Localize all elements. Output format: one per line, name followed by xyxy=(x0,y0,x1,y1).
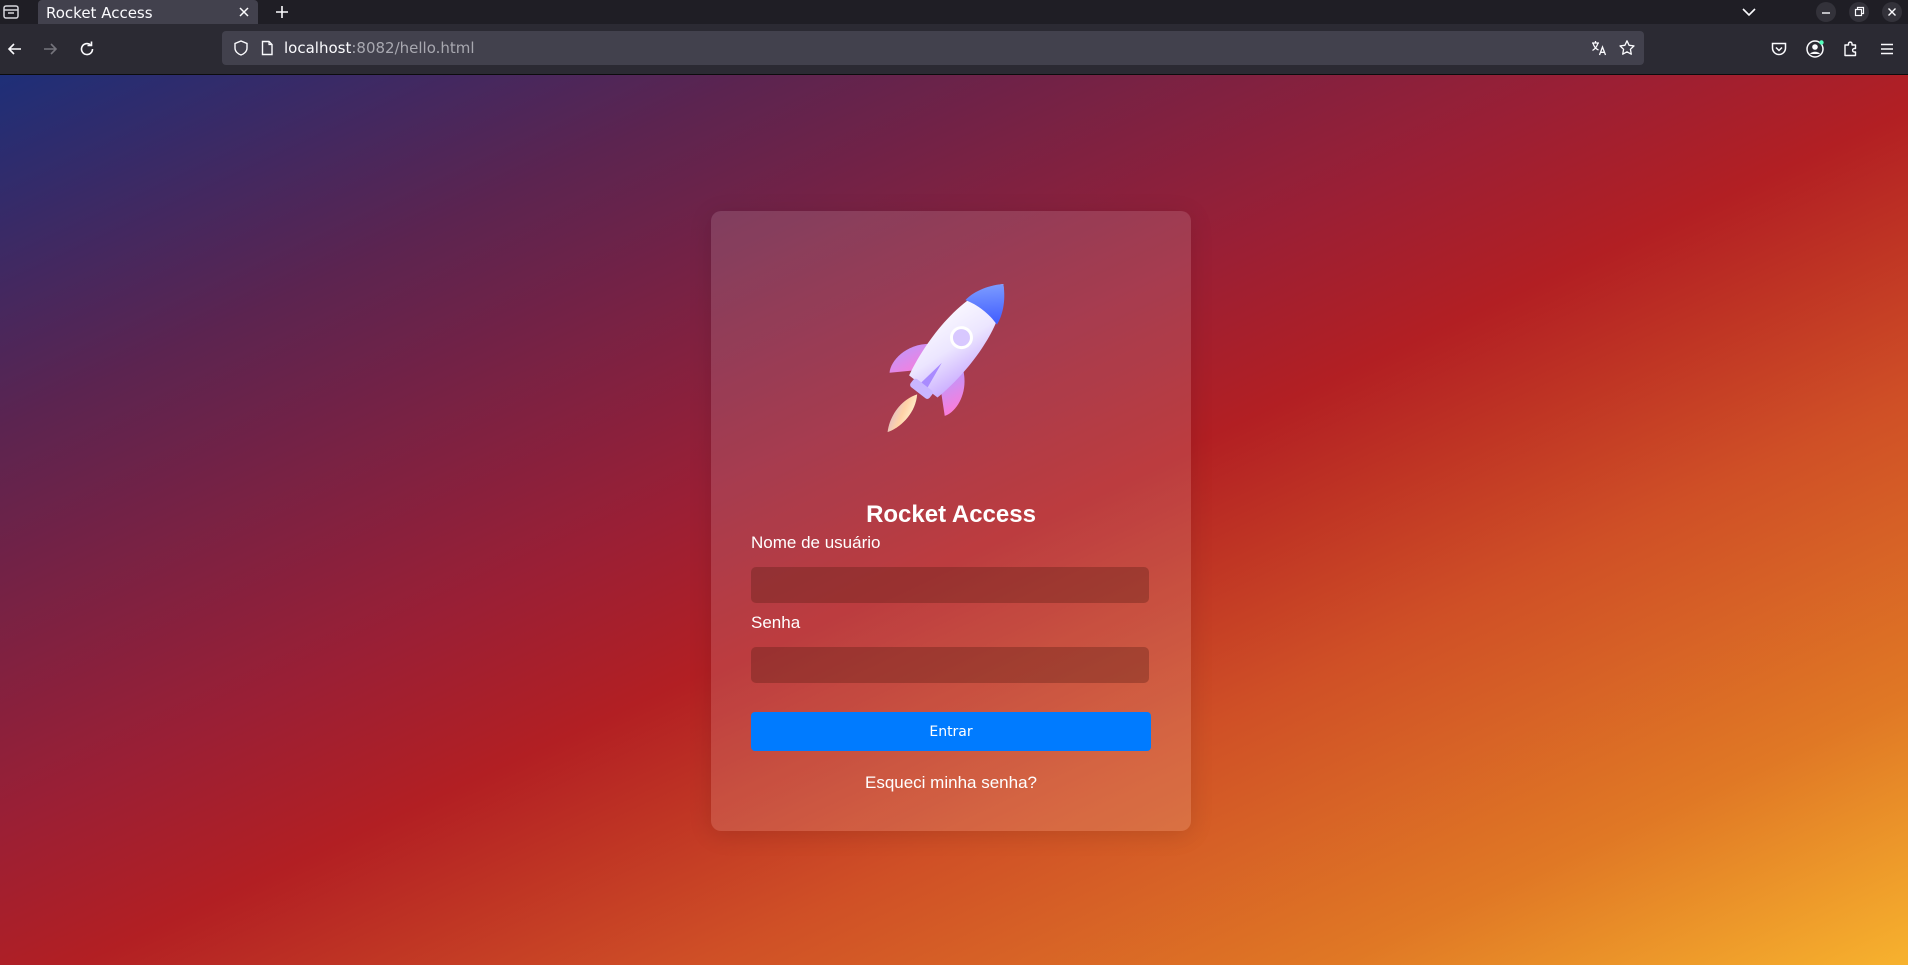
password-input[interactable] xyxy=(751,647,1149,683)
arrow-left-icon[interactable] xyxy=(5,39,25,59)
tab-title: Rocket Access xyxy=(46,4,153,22)
url-path: :8082/hello.html xyxy=(351,39,475,57)
puzzle-icon[interactable] xyxy=(1841,39,1861,59)
minimize-icon[interactable] xyxy=(1816,2,1836,22)
username-label: Nome de usuário xyxy=(751,533,881,552)
tab-list-icon[interactable] xyxy=(2,3,20,21)
arrow-right-icon[interactable] xyxy=(40,39,60,59)
login-card: Rocket Access Nome de usuário Senha Entr… xyxy=(711,211,1191,831)
url-text[interactable]: localhost:8082/hello.html xyxy=(284,39,475,57)
username-input[interactable] xyxy=(751,567,1149,603)
star-icon[interactable] xyxy=(1618,39,1636,57)
rocket-icon xyxy=(861,256,1041,446)
pocket-icon[interactable] xyxy=(1769,39,1789,59)
navigation-toolbar: localhost:8082/hello.html xyxy=(0,24,1908,75)
close-window-icon[interactable] xyxy=(1882,2,1902,22)
plus-icon[interactable] xyxy=(273,3,291,21)
hamburger-icon[interactable] xyxy=(1877,39,1897,59)
account-icon[interactable] xyxy=(1805,39,1825,59)
shield-icon[interactable] xyxy=(232,39,250,57)
submit-button[interactable]: Entrar xyxy=(751,712,1151,751)
page-icon[interactable] xyxy=(258,39,276,57)
restore-icon[interactable] xyxy=(1849,2,1869,22)
page-viewport: Rocket Access Nome de usuário Senha Entr… xyxy=(0,75,1908,965)
reload-icon[interactable] xyxy=(77,39,97,59)
password-label: Senha xyxy=(751,613,801,632)
url-bar[interactable]: localhost:8082/hello.html xyxy=(222,31,1644,65)
close-icon[interactable] xyxy=(236,4,252,20)
url-host: localhost xyxy=(284,39,352,57)
page-title: Rocket Access xyxy=(866,501,1036,528)
forgot-password-link[interactable]: Esqueci minha senha? xyxy=(711,773,1191,793)
tab-bar: Rocket Access xyxy=(0,0,1908,24)
chevron-down-icon[interactable] xyxy=(1740,3,1758,21)
browser-tab[interactable]: Rocket Access xyxy=(38,0,258,24)
translate-icon[interactable] xyxy=(1590,39,1608,57)
